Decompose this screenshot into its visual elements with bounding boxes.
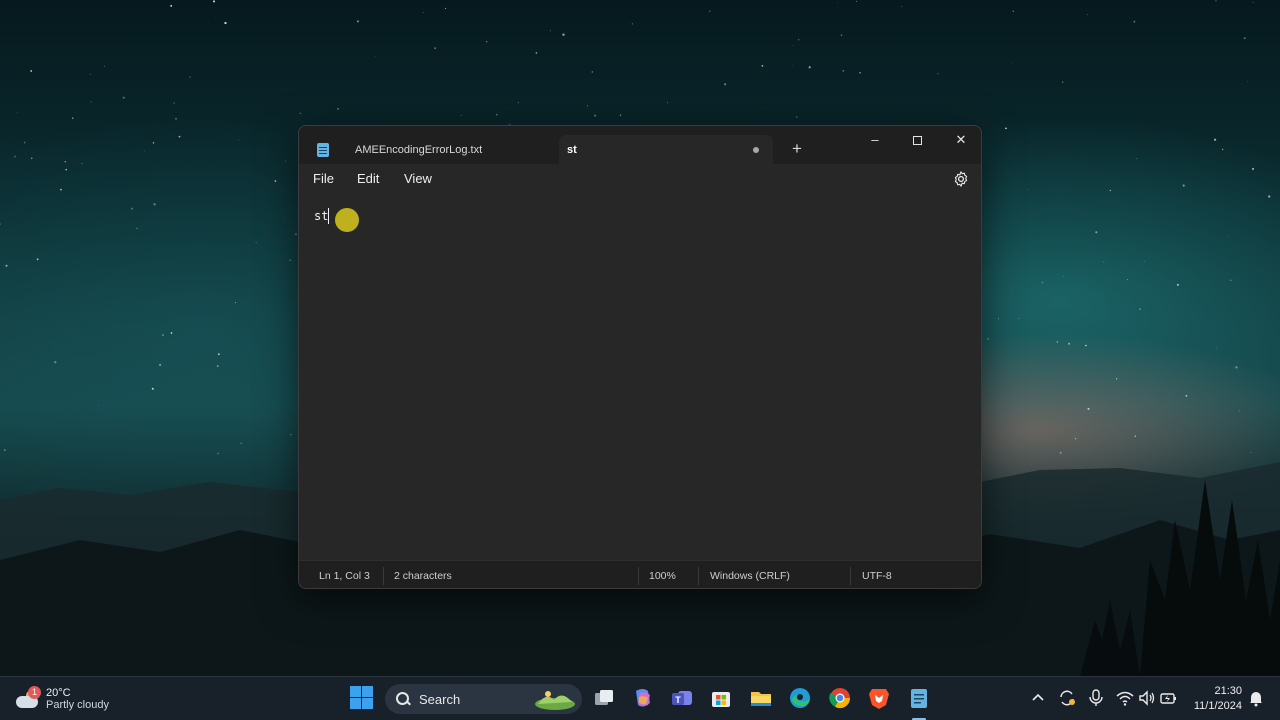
chevron-up-icon[interactable] bbox=[1029, 689, 1047, 707]
notepad-icon bbox=[317, 142, 329, 157]
chrome-icon[interactable] bbox=[827, 685, 853, 711]
status-position: Ln 1, Col 3 bbox=[319, 570, 370, 582]
status-divider bbox=[850, 567, 851, 585]
partly-cloudy-icon: 1 bbox=[14, 686, 41, 710]
system-clock[interactable]: 21:30 11/1/2024 bbox=[1186, 684, 1242, 714]
status-divider bbox=[383, 567, 384, 585]
weather-description: Partly cloudy bbox=[46, 699, 109, 711]
status-encoding: UTF-8 bbox=[862, 570, 892, 582]
microphone-icon[interactable] bbox=[1088, 689, 1104, 707]
title-bar[interactable]: AMEEncodingErrorLog.txt st + – ✕ bbox=[299, 126, 981, 164]
status-zoom: 100% bbox=[649, 570, 676, 582]
volume-icon[interactable] bbox=[1138, 689, 1156, 707]
tab-label: AMEEncodingErrorLog.txt bbox=[355, 143, 483, 156]
notification-bell-icon[interactable] bbox=[1248, 689, 1264, 707]
menu-edit[interactable]: Edit bbox=[357, 171, 379, 186]
tab-st[interactable]: st bbox=[559, 135, 773, 164]
search-label: Search bbox=[419, 691, 461, 707]
gear-icon[interactable] bbox=[952, 170, 970, 188]
text-editor-area[interactable]: st bbox=[299, 194, 981, 560]
text-caret bbox=[328, 208, 329, 224]
status-line-ending: Windows (CRLF) bbox=[710, 570, 790, 582]
minimize-button[interactable]: – bbox=[853, 126, 897, 154]
teams-icon[interactable]: T bbox=[669, 685, 695, 711]
unsaved-dot-icon[interactable] bbox=[753, 147, 759, 153]
status-divider bbox=[638, 567, 639, 585]
close-button[interactable]: ✕ bbox=[939, 126, 981, 154]
taskbar-search[interactable]: Search bbox=[385, 684, 582, 714]
menu-file[interactable]: File bbox=[313, 171, 334, 186]
notepad-icon[interactable] bbox=[906, 685, 932, 711]
status-char-count: 2 characters bbox=[394, 570, 452, 582]
tab-label: st bbox=[567, 143, 577, 156]
windows-start-icon[interactable] bbox=[349, 685, 375, 711]
tab-ameencodingerrorlog[interactable]: AMEEncodingErrorLog.txt bbox=[307, 135, 559, 164]
cursor-highlight bbox=[335, 208, 359, 232]
maximize-icon bbox=[912, 136, 922, 146]
svg-text:T: T bbox=[675, 695, 681, 705]
weather-widget[interactable]: 1 20°C Partly cloudy bbox=[14, 683, 109, 715]
notepad-window: AMEEncodingErrorLog.txt st + – ✕ File Ed… bbox=[298, 125, 982, 589]
clock-time: 21:30 bbox=[1214, 685, 1242, 697]
menu-view[interactable]: View bbox=[404, 171, 432, 186]
edge-icon[interactable] bbox=[787, 685, 813, 711]
battery-icon[interactable] bbox=[1160, 689, 1178, 707]
weather-temperature: 20°C bbox=[46, 687, 71, 699]
wifi-icon[interactable] bbox=[1116, 689, 1134, 707]
editor-content[interactable]: st bbox=[314, 209, 328, 223]
search-icon bbox=[396, 692, 410, 706]
clock-date: 11/1/2024 bbox=[1193, 700, 1242, 712]
copilot-icon[interactable] bbox=[630, 685, 656, 711]
maximize-button[interactable] bbox=[895, 126, 939, 154]
brave-icon[interactable] bbox=[866, 685, 892, 711]
status-divider bbox=[698, 567, 699, 585]
status-bar: Ln 1, Col 3 2 characters 100% Windows (C… bbox=[299, 560, 981, 588]
notification-badge: 1 bbox=[28, 686, 41, 699]
file-explorer-icon[interactable] bbox=[748, 685, 774, 711]
sync-icon[interactable] bbox=[1057, 688, 1077, 708]
task-view-icon[interactable] bbox=[591, 685, 617, 711]
store-icon[interactable] bbox=[708, 685, 734, 711]
new-tab-button[interactable]: + bbox=[787, 137, 807, 161]
search-highlight-icon bbox=[535, 691, 575, 710]
menu-bar: File Edit View bbox=[299, 164, 981, 194]
taskbar: 1 20°C Partly cloudy Search T 21:30 11/1… bbox=[0, 676, 1280, 720]
